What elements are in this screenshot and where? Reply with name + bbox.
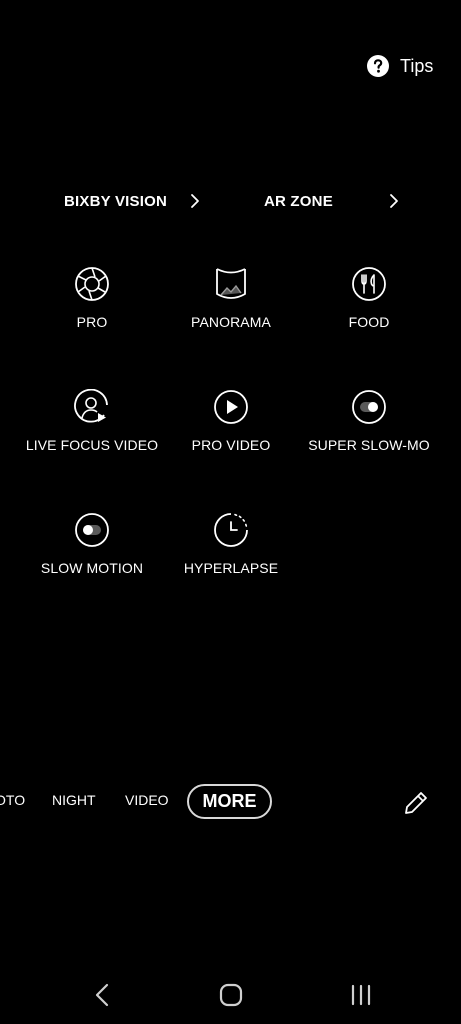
recents-icon[interactable] — [346, 980, 376, 1010]
mode-panorama[interactable]: PANORAMA — [156, 266, 306, 330]
mode-label: PRO — [76, 314, 108, 330]
mode-bar-video[interactable]: VIDEO — [125, 792, 169, 808]
more-label: MORE — [202, 791, 257, 811]
aperture-icon — [75, 267, 109, 301]
chevron-right-icon[interactable] — [190, 193, 200, 209]
slow-motion-icon — [75, 513, 109, 547]
mode-super-slow-mo[interactable]: SUPER SLOW-MO — [294, 389, 444, 453]
question-circle-icon — [367, 55, 389, 77]
person-video-icon — [74, 389, 108, 423]
pencil-icon[interactable] — [402, 789, 430, 817]
fork-knife-icon — [352, 267, 386, 301]
mode-hyperlapse[interactable]: HYPERLAPSE — [156, 512, 306, 576]
bixby-vision-label: BIXBY VISION — [64, 192, 167, 210]
mode-label: PRO VIDEO — [191, 437, 271, 453]
mode-live-focus-video[interactable]: LIVE FOCUS VIDEO — [17, 389, 167, 453]
ar-zone-label: AR ZONE — [264, 192, 333, 210]
mode-label: PANORAMA — [191, 314, 271, 330]
panorama-icon — [216, 268, 246, 299]
timer-icon — [214, 513, 248, 547]
mode-bar-photo[interactable]: OTO — [0, 792, 25, 808]
mode-bar-more[interactable]: MORE — [187, 784, 272, 819]
ar-zone-link[interactable]: AR ZONE — [264, 188, 333, 214]
bixby-vision-link[interactable]: BIXBY VISION — [64, 188, 167, 214]
mode-pro-video[interactable]: PRO VIDEO — [156, 389, 306, 453]
home-icon[interactable] — [216, 980, 246, 1010]
super-slow-mo-icon — [352, 390, 386, 424]
mode-label: FOOD — [348, 314, 390, 330]
mode-label: SUPER SLOW-MO — [308, 437, 430, 453]
chevron-right-icon[interactable] — [389, 193, 399, 209]
mode-slow-motion[interactable]: SLOW MOTION — [17, 512, 167, 576]
mode-bar-night[interactable]: NIGHT — [52, 792, 96, 808]
mode-label: HYPERLAPSE — [183, 560, 279, 576]
mode-pro[interactable]: PRO — [17, 266, 167, 330]
back-chevron-icon[interactable] — [88, 980, 118, 1010]
play-circle-icon — [214, 390, 248, 424]
tips-label: Tips — [400, 55, 434, 76]
mode-food[interactable]: FOOD — [294, 266, 444, 330]
mode-label: SLOW MOTION — [40, 560, 144, 576]
tips-button[interactable]: Tips — [366, 52, 433, 80]
mode-label: LIVE FOCUS VIDEO — [25, 437, 159, 453]
